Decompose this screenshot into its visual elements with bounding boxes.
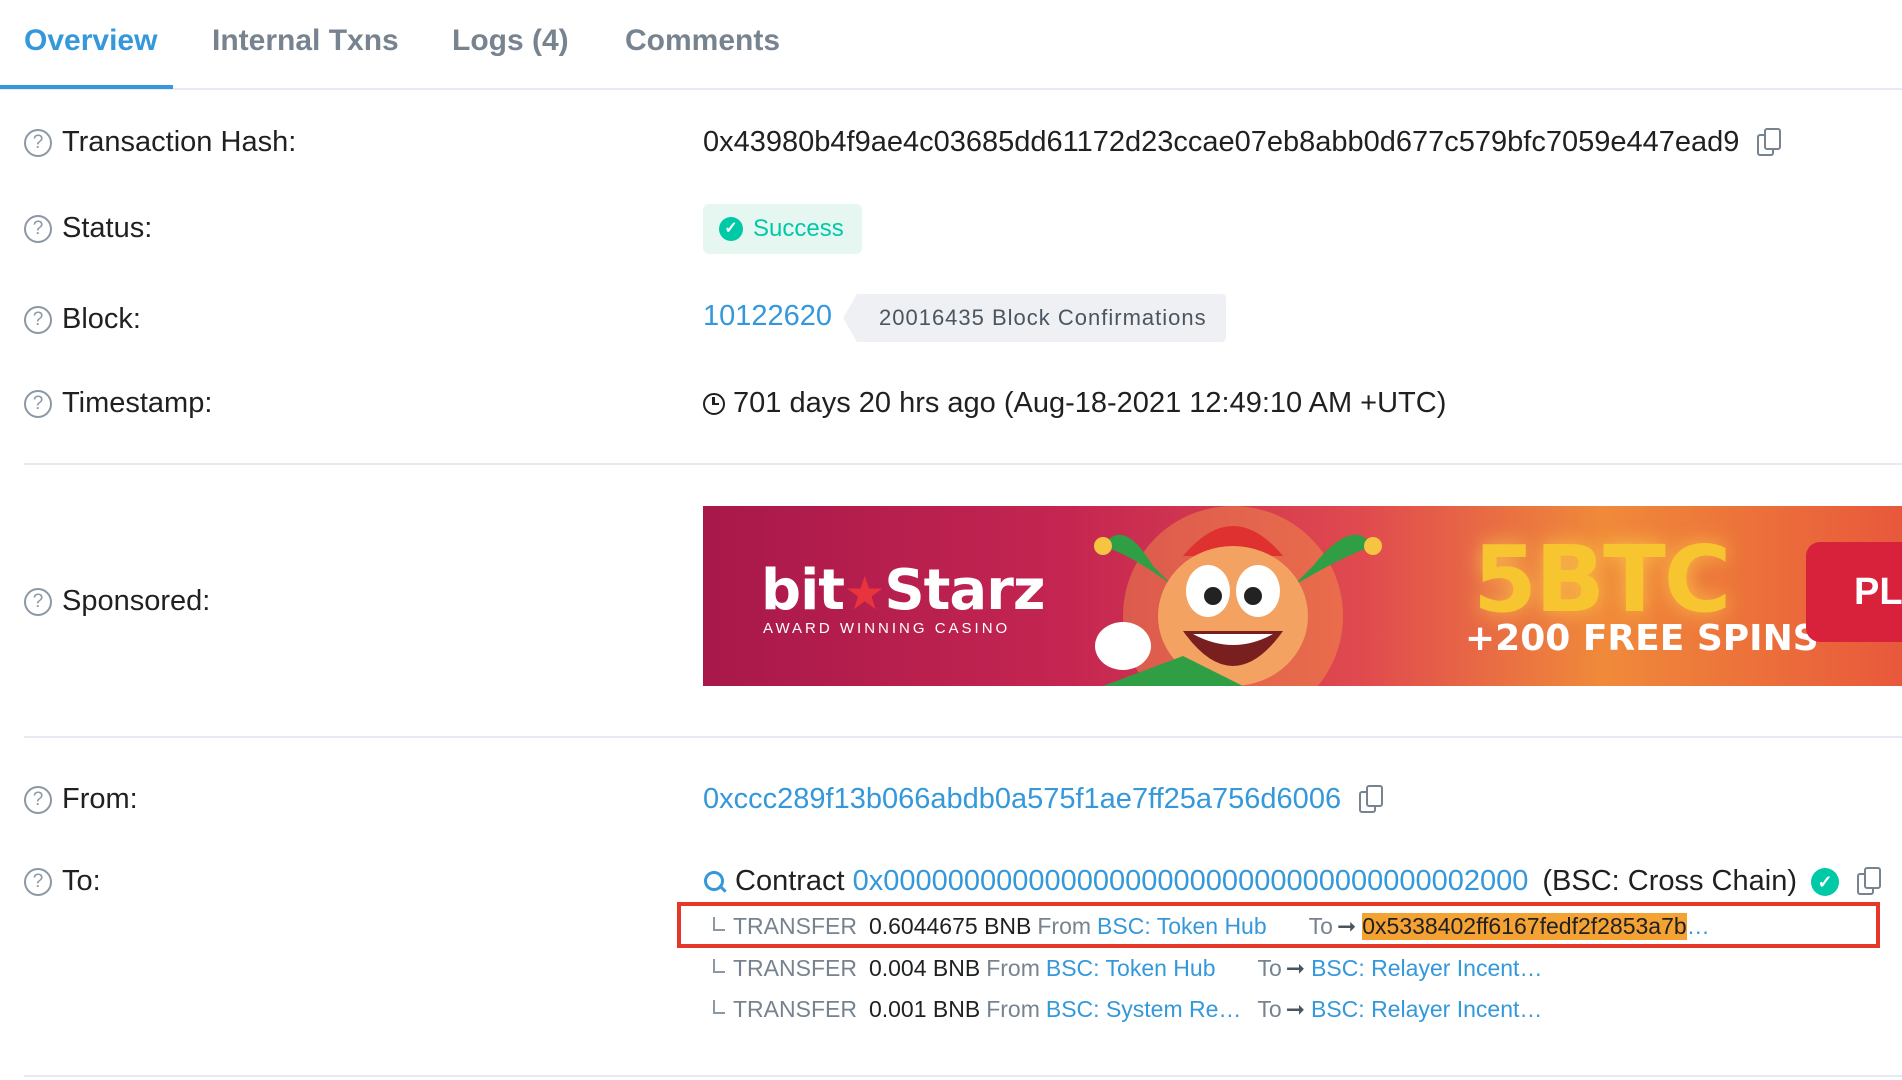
status-label-text: Status: — [62, 212, 153, 244]
jester-mascot-image — [1094, 506, 1382, 686]
help-icon[interactable]: ? — [24, 587, 52, 616]
tab-bar: Overview Internal Txns Logs (4) Comments — [0, 0, 1902, 90]
to-contract-address-link[interactable]: 0x00000000000000000000000000000000000020… — [853, 865, 1529, 898]
annotation-highlight-box — [677, 902, 1880, 948]
ad-tagline: AWARD WINNING CASINO — [763, 620, 1011, 637]
status-label: ? Status: — [24, 212, 152, 245]
tab-comments[interactable]: Comments — [625, 0, 780, 90]
transfer-amount: 0.001 BNB — [868, 996, 981, 1022]
transfer-to-link[interactable]: BSC: Relayer Incent… — [1311, 955, 1542, 982]
timestamp-label: ? Timestamp: — [24, 387, 212, 420]
clock-icon — [703, 392, 725, 415]
transfer-from-link[interactable]: BSC: System Re… — [1046, 996, 1242, 1023]
timestamp-value: 701 days 20 hrs ago (Aug-18-2021 12:49:1… — [703, 387, 1446, 420]
star-icon: ★ — [844, 566, 885, 620]
status-badge: ✓ Success — [703, 204, 862, 254]
transfer-from-word: From — [986, 996, 1040, 1022]
tree-corner-icon — [713, 999, 725, 1014]
from-label: ? From: — [24, 783, 138, 816]
block-label: ? Block: — [24, 303, 141, 336]
internal-transfer-row: TRANSFER 0.001 BNB From BSC: System Re… … — [713, 996, 1542, 1023]
transfer-type: TRANSFER — [733, 955, 857, 981]
arrow-right-icon: ➞ — [1285, 955, 1306, 981]
arrow-right-icon: ➞ — [1285, 996, 1305, 1022]
active-tab-indicator — [0, 85, 173, 89]
ad-brand-left: bit — [761, 558, 845, 623]
sponsored-ad-banner[interactable]: bit★Starz AWARD WINNING CASINO 5BTC +200… — [703, 506, 1902, 686]
help-icon[interactable]: ? — [24, 389, 52, 418]
transfer-type: TRANSFER — [733, 996, 857, 1022]
transfer-amount: 0.004 BNB — [868, 955, 981, 981]
verified-check-icon: ✓ — [1811, 867, 1839, 896]
transfer-from-word: From — [986, 955, 1040, 981]
help-icon[interactable]: ? — [24, 128, 52, 157]
sponsored-label: ? Sponsored: — [24, 585, 210, 618]
divider — [24, 1075, 1902, 1077]
copy-icon[interactable] — [1757, 127, 1783, 158]
to-contract-name: (BSC: Cross Chain) — [1542, 865, 1797, 897]
block-number-link[interactable]: 10122620 — [703, 300, 832, 333]
tab-internal-txns[interactable]: Internal Txns — [212, 0, 399, 90]
tx-hash-label: ? Transaction Hash: — [24, 126, 296, 159]
tree-corner-icon — [713, 958, 725, 973]
check-circle-icon: ✓ — [719, 217, 743, 241]
ad-brand-right: Starz — [884, 558, 1045, 623]
timestamp-text: 701 days 20 hrs ago (Aug-18-2021 12:49:1… — [733, 387, 1447, 419]
from-address-link[interactable]: 0xccc289f13b066abdb0a575f1ae7ff25a756d60… — [703, 783, 1341, 816]
from-value: 0xccc289f13b066abdb0a575f1ae7ff25a756d60… — [703, 783, 1385, 816]
ad-headline: 5BTC — [1473, 526, 1731, 633]
tx-hash-label-text: Transaction Hash: — [62, 126, 297, 158]
internal-transfer-row: TRANSFER 0.004 BNB From BSC: Token Hub T… — [713, 955, 1542, 982]
copy-icon[interactable] — [1857, 866, 1883, 897]
help-icon[interactable]: ? — [24, 785, 52, 814]
to-label: ? To: — [24, 865, 101, 898]
status-text: Success — [753, 215, 844, 242]
block-label-text: Block: — [62, 303, 141, 335]
to-value: Contract 0x00000000000000000000000000000… — [703, 865, 1883, 898]
timestamp-label-text: Timestamp: — [62, 387, 213, 419]
help-icon[interactable]: ? — [24, 214, 52, 243]
block-confirmations-badge: 20016435 Block Confirmations — [843, 294, 1226, 342]
copy-icon[interactable] — [1359, 784, 1385, 815]
transfer-to-word: To — [1257, 996, 1282, 1022]
tab-overview[interactable]: Overview — [24, 0, 157, 90]
ad-subline: +200 FREE SPINS — [1465, 618, 1819, 659]
ad-play-button[interactable]: PL — [1806, 542, 1902, 642]
transfer-from-link[interactable]: BSC: Token Hub — [1046, 955, 1216, 982]
contract-search-icon — [703, 870, 727, 894]
transfer-to-link[interactable]: BSC: Relayer Incent… — [1311, 996, 1542, 1023]
sponsored-label-text: Sponsored: — [62, 585, 211, 617]
status-value: ✓ Success — [703, 204, 862, 254]
tab-logs[interactable]: Logs (4) — [452, 0, 569, 90]
help-icon[interactable]: ? — [24, 867, 52, 896]
ad-brand-logo: bit★Starz — [761, 558, 1045, 623]
help-icon[interactable]: ? — [24, 305, 52, 334]
to-contract-prefix: Contract — [735, 865, 845, 897]
tx-hash-value: 0x43980b4f9ae4c03685dd61172d23ccae07eb8a… — [703, 126, 1783, 159]
tx-hash-text: 0x43980b4f9ae4c03685dd61172d23ccae07eb8a… — [703, 126, 1740, 158]
divider — [24, 463, 1902, 465]
divider — [24, 736, 1902, 738]
to-label-text: To: — [62, 865, 101, 897]
transfer-to-word: To — [1257, 955, 1282, 981]
from-label-text: From: — [62, 783, 138, 815]
